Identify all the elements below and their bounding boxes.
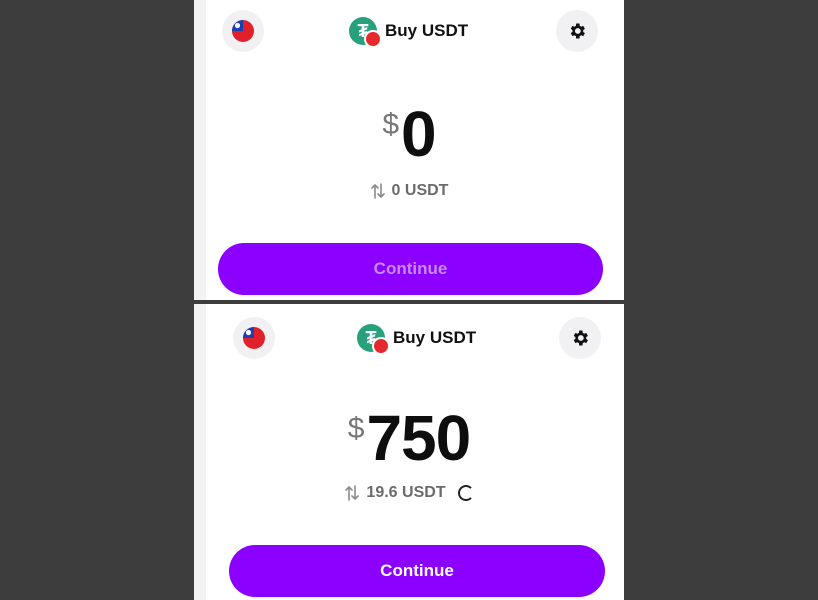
taiwan-flag-icon (232, 20, 254, 42)
conversion-row[interactable]: 19.6 USDT (194, 484, 624, 502)
gear-icon (573, 330, 588, 346)
amount-display[interactable]: $ 0 (194, 102, 624, 166)
header-title: ₮ Buy USDT (349, 17, 469, 48)
buy-panel-initial: ₮ Buy USDT $ 0 0 USDT Continue (194, 0, 624, 300)
settings-button[interactable] (556, 10, 598, 52)
settings-button[interactable] (559, 317, 601, 359)
currency-symbol: $ (347, 412, 365, 445)
page-title: Buy USDT (385, 21, 469, 40)
amount-value: 0 (401, 98, 437, 170)
gear-icon (570, 23, 585, 39)
amount-value: 750 (366, 402, 471, 474)
conversion-row[interactable]: 0 USDT (194, 182, 624, 200)
usdt-tron-icon: ₮ (349, 17, 382, 48)
country-selector-button[interactable] (222, 10, 264, 52)
header-title: ₮ Buy USDT (357, 324, 477, 355)
currency-symbol: $ (382, 108, 400, 141)
country-selector-button[interactable] (233, 317, 275, 359)
loading-spinner-icon (457, 485, 474, 501)
continue-button[interactable]: Continue (218, 243, 603, 295)
conversion-value: 0 USDT (391, 182, 449, 199)
screenshot-canvas: ₮ Buy USDT $ 0 0 USDT Continue ₮ Buy USD… (0, 0, 818, 600)
swap-arrows-icon[interactable] (370, 182, 386, 200)
amount-display[interactable]: $ 750 (194, 406, 624, 470)
taiwan-flag-icon (243, 327, 265, 349)
continue-button[interactable]: Continue (229, 545, 605, 597)
page-title: Buy USDT (393, 328, 477, 347)
buy-panel-entered: ₮ Buy USDT $ 750 19.6 USDT Continue (194, 304, 624, 600)
usdt-tron-icon: ₮ (357, 324, 390, 355)
conversion-value: 19.6 USDT (366, 484, 446, 501)
swap-arrows-icon[interactable] (344, 484, 360, 502)
